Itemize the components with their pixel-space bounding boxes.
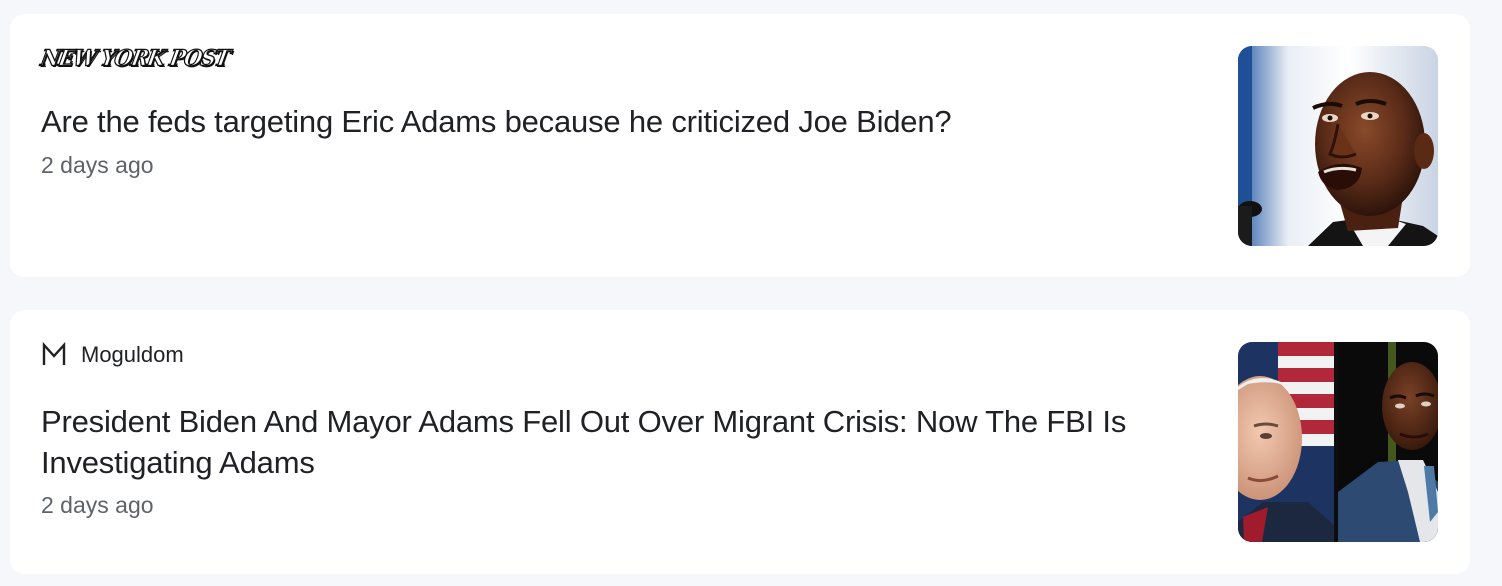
news-card[interactable]: Moguldom President Biden And Mayor Adams… xyxy=(10,310,1470,574)
portrait-image xyxy=(1238,46,1438,246)
source-row: Moguldom xyxy=(41,342,184,368)
article-thumbnail[interactable] xyxy=(1238,46,1438,246)
timestamp: 2 days ago xyxy=(41,152,154,178)
new-york-post-logo: NEW YORK POST xyxy=(38,44,232,71)
source-name: Moguldom xyxy=(81,342,184,367)
headline-link[interactable]: President Biden And Mayor Adams Fell Out… xyxy=(41,401,1191,483)
headline-link[interactable]: Are the feds targeting Eric Adams becaus… xyxy=(41,101,1191,142)
source-row: NEW YORK POST xyxy=(38,44,232,71)
moguldom-logo-icon xyxy=(41,342,67,368)
news-card[interactable]: NEW YORK POST Are the feds targeting Eri… xyxy=(10,14,1470,277)
timestamp: 2 days ago xyxy=(41,492,154,518)
split-photo-image xyxy=(1238,342,1438,542)
article-thumbnail[interactable] xyxy=(1238,342,1438,542)
